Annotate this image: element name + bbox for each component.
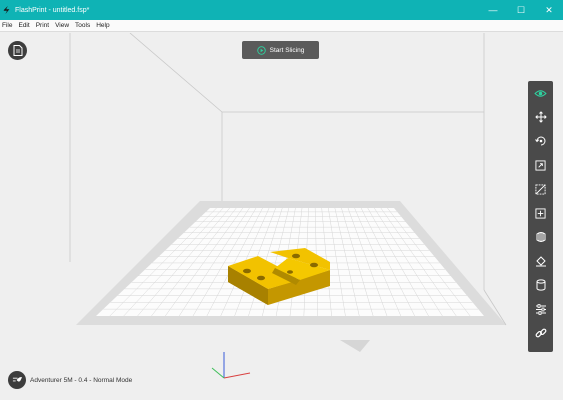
document-icon — [13, 45, 22, 56]
cylinder-icon — [536, 279, 545, 291]
paint-bucket-icon — [535, 256, 546, 267]
menu-help[interactable]: Help — [93, 22, 112, 29]
close-button[interactable]: ✕ — [535, 0, 563, 20]
rotate-tool-button[interactable] — [528, 129, 553, 153]
move-tool-button[interactable] — [528, 105, 553, 129]
view-tool-button[interactable] — [528, 81, 553, 105]
menu-print[interactable]: Print — [33, 22, 52, 29]
build-volume-scene — [69, 33, 507, 379]
cut-tool-button[interactable] — [528, 177, 553, 201]
minimize-button[interactable]: — — [479, 0, 507, 20]
cylinder-tool-button[interactable] — [528, 273, 553, 297]
settings-sliders-icon — [535, 303, 546, 315]
machine-mode-label: Adventurer 5M - 0.4 - Normal Mode — [30, 376, 133, 384]
menu-tools[interactable]: Tools — [72, 22, 93, 29]
flashprint-logo-icon — [3, 6, 10, 14]
maximize-button[interactable]: ☐ — [507, 0, 535, 20]
printer-connect-button[interactable] — [8, 371, 26, 389]
support-tool-button[interactable] — [528, 201, 553, 225]
scale-icon — [535, 159, 546, 171]
right-toolbar — [528, 81, 553, 352]
link-tool-button[interactable] — [528, 321, 553, 345]
model-list-button[interactable] — [8, 41, 27, 60]
start-slicing-button[interactable]: Start Slicing — [242, 41, 319, 59]
menu-view[interactable]: View — [52, 22, 72, 29]
move-icon — [534, 111, 547, 123]
start-slicing-label: Start Slicing — [269, 46, 305, 54]
3d-viewport[interactable]: Start Slicing Adventurer 5M - 0.4 - Norm… — [0, 33, 563, 400]
printer-status: Adventurer 5M - 0.4 - Normal Mode — [8, 371, 132, 389]
axis-gizmo — [211, 352, 251, 379]
paint-tool-button[interactable] — [528, 249, 553, 273]
cut-icon — [535, 183, 546, 195]
settings-tool-button[interactable] — [528, 297, 553, 321]
link-icon — [535, 328, 546, 338]
view-eye-icon — [534, 89, 547, 97]
printer-connect-icon — [12, 377, 22, 382]
scale-tool-button[interactable] — [528, 153, 553, 177]
menu-file[interactable]: File — [0, 22, 15, 29]
extruder-tool-button[interactable] — [528, 225, 553, 249]
build-plate-lip — [340, 340, 370, 352]
play-circle-icon — [256, 45, 266, 55]
menu-edit[interactable]: Edit — [15, 22, 32, 29]
extruder-icon — [536, 232, 545, 242]
window-title: FlashPrint - untitled.fsp* — [15, 6, 90, 14]
add-support-icon — [535, 207, 546, 219]
title-bar: FlashPrint - untitled.fsp* — ☐ ✕ — [0, 0, 563, 20]
rotate-icon — [534, 136, 545, 146]
menu-bar: File Edit Print View Tools Help — [0, 20, 563, 32]
